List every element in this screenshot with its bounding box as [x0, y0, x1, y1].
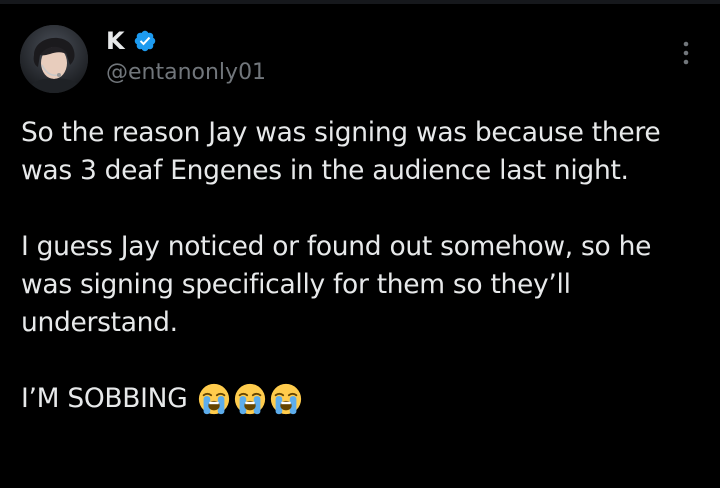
avatar[interactable]: [20, 25, 88, 93]
avatar-image: [20, 25, 88, 93]
more-options-button[interactable]: [676, 36, 696, 72]
more-vertical-icon: [683, 41, 689, 65]
loudly-crying-face-icon: [271, 383, 302, 415]
tweet-paragraph-3: I’M SOBBING: [21, 380, 701, 418]
verified-badge-icon: [134, 30, 155, 52]
tweet-closing-text: I’M SOBBING: [21, 383, 188, 414]
author-display-name[interactable]: K: [106, 26, 125, 56]
emoji-group: [197, 382, 303, 416]
author-name-row: K: [106, 26, 157, 56]
tweet-body: So the reason Jay was signing was becaus…: [21, 114, 701, 418]
tweet-card: K @entanonly01 So the reason Jay was sig…: [0, 0, 720, 488]
tweet-paragraph-2: I guess Jay noticed or found out somehow…: [21, 231, 652, 338]
loudly-crying-face-icon: [199, 383, 230, 415]
author-handle[interactable]: @entanonly01: [106, 59, 266, 87]
loudly-crying-face-icon: [235, 383, 266, 415]
tweet-paragraph-1: So the reason Jay was signing was becaus…: [21, 117, 661, 186]
